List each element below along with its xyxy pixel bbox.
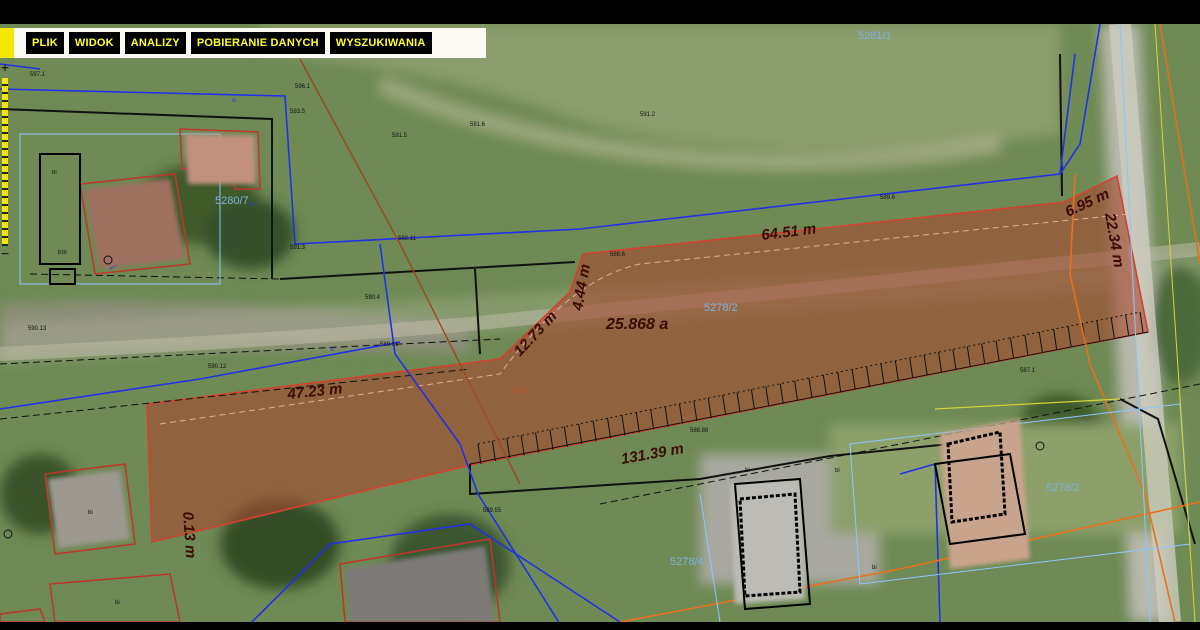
- elevation-label: 587.1: [1020, 368, 1036, 374]
- elevation-label: 591.6: [470, 122, 486, 128]
- parcel-number-main: 5278/2: [704, 302, 738, 314]
- map-viewport[interactable]: 64.51 m 6.95 m 22.34 m 131.39 m 47.23 m …: [0, 24, 1200, 622]
- building-mark: bi: [115, 600, 120, 606]
- utility-label: w: [231, 98, 237, 104]
- parcel-number-northwest: 5280/7: [215, 195, 249, 207]
- elevation-label: 596.1: [295, 84, 311, 90]
- building-mark: bi: [88, 510, 93, 516]
- menu-marker: [0, 28, 14, 58]
- utility-label: w: [249, 202, 255, 208]
- menu-item-widok[interactable]: WIDOK: [68, 32, 120, 54]
- zoom-out-button[interactable]: −: [0, 248, 10, 260]
- zoom-in-button[interactable]: +: [0, 62, 10, 74]
- elevation-label: 589.61: [380, 342, 399, 348]
- menu-item-pobieranie-danych[interactable]: POBIERANIE DANYCH: [190, 32, 325, 54]
- elevation-label: 597.1: [30, 72, 46, 78]
- top-bar: [0, 0, 1200, 24]
- utility-label: w: [329, 347, 335, 353]
- elevation-label: 588.88: [690, 428, 709, 434]
- elevation-label: 589.6: [880, 195, 896, 201]
- menu-item-plik[interactable]: PLIK: [26, 32, 64, 54]
- building-mark: bi: [872, 565, 877, 571]
- elevation-label: 592.11: [398, 236, 417, 242]
- zoom-slider[interactable]: [2, 78, 8, 246]
- parcel-number-north: 5281/1: [858, 30, 892, 42]
- elevation-label: 593.5: [290, 109, 306, 115]
- zoom-control: + −: [0, 62, 10, 262]
- building-mark: bl: [62, 250, 67, 256]
- map-canvas[interactable]: 64.51 m 6.95 m 22.34 m 131.39 m 47.23 m …: [0, 24, 1200, 622]
- menu-bar: PLIK WIDOK ANALIZY POBIERANIE DANYCH WYS…: [0, 28, 486, 58]
- parcel-number-south: 5278/4: [670, 556, 704, 568]
- building-mark: bi: [745, 468, 750, 474]
- elevation-label: 588.6: [610, 252, 626, 258]
- parcel-number-southeast: 5278/2: [1046, 482, 1080, 494]
- elevation-label: 591.5: [392, 133, 408, 139]
- elevation-label: 589.55: [483, 508, 502, 514]
- bottom-bar: [0, 622, 1200, 630]
- menu-item-wyszukiwania[interactable]: WYSZUKIWANIA: [329, 32, 432, 54]
- menu-item-analizy[interactable]: ANALIZY: [124, 32, 186, 54]
- parcel-area: 25.868 a: [605, 316, 668, 333]
- elevation-label: 590.4: [365, 295, 381, 301]
- building-mark: bi: [52, 170, 57, 176]
- building-mark: bi: [835, 468, 840, 474]
- elevation-label: 591.3: [290, 245, 306, 251]
- elevation-label: 590.12: [208, 364, 227, 370]
- parcel-small-label: 5278: [512, 388, 528, 395]
- elevation-label: 590.13: [28, 326, 47, 332]
- measurement-west-edge: 0.13 m: [179, 511, 199, 559]
- elevation-label: 591.2: [640, 112, 656, 118]
